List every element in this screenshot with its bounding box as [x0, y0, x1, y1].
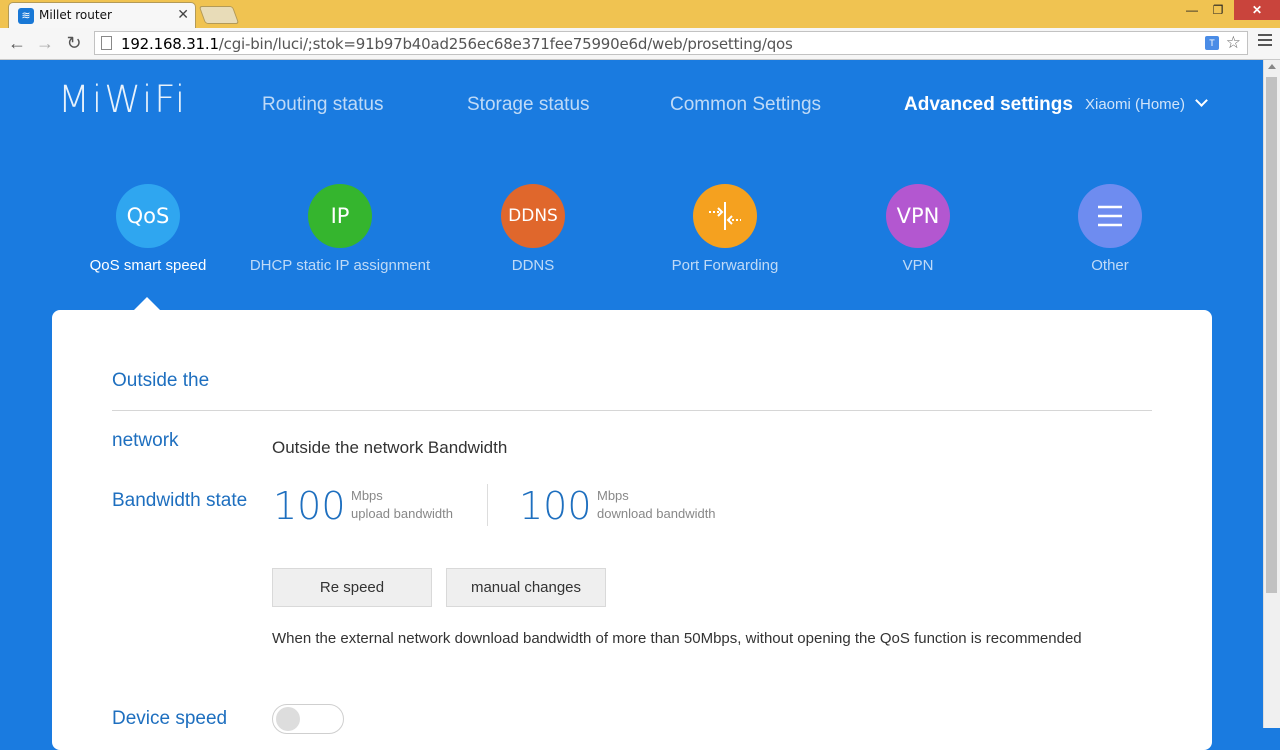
- miwifi-logo[interactable]: MiWiFi: [58, 78, 187, 121]
- feature-label: VPN: [902, 257, 934, 274]
- tab-close-icon[interactable]: ✕: [177, 6, 189, 23]
- window-close-icon[interactable]: ✕: [1234, 0, 1280, 20]
- menu-icon: [1078, 184, 1142, 248]
- vpn-icon: VPN: [886, 184, 950, 248]
- feature-label: QoS smart speed: [89, 257, 207, 274]
- section-label-bandwidth-state: Bandwidth state: [112, 490, 248, 511]
- active-feature-pointer: [133, 297, 161, 311]
- user-menu[interactable]: Xiaomi (Home): [1085, 94, 1208, 113]
- re-speed-button[interactable]: Re speed: [272, 568, 432, 607]
- page-icon: [101, 36, 112, 50]
- browser-toolbar: ← → ↻ 192.168.31.1/cgi-bin/luci/;stok=91…: [0, 28, 1280, 60]
- divider: [112, 410, 1152, 411]
- browser-titlebar: ≋ Millet router ✕ — ❐ ✕: [0, 0, 1280, 28]
- feature-port-forwarding[interactable]: Port Forwarding: [625, 184, 825, 274]
- browser-tab[interactable]: ≋ Millet router ✕: [8, 2, 196, 28]
- qos-icon: QoS: [116, 184, 180, 248]
- feature-label: DDNS: [511, 257, 555, 274]
- nav-advanced-settings[interactable]: Advanced settings: [904, 94, 1073, 116]
- feature-vpn[interactable]: VPN VPN: [818, 184, 1018, 274]
- url-text: 192.168.31.1/cgi-bin/luci/;stok=91b97b40…: [121, 35, 793, 53]
- tab-title: Millet router: [39, 8, 112, 22]
- section-label-outside: Outside the: [112, 370, 210, 391]
- browser-menu-icon[interactable]: [1258, 34, 1272, 49]
- feature-other[interactable]: Other: [1010, 184, 1210, 274]
- scroll-up-icon[interactable]: [1268, 64, 1276, 69]
- port-forward-icon: [693, 184, 757, 248]
- feature-ddns[interactable]: DDNS DDNS: [433, 184, 633, 274]
- page-scrollbar[interactable]: [1263, 60, 1280, 728]
- upload-label: upload bandwidth: [351, 506, 453, 521]
- section-label-network: network: [112, 430, 179, 451]
- bandwidth-title: Outside the network Bandwidth: [272, 438, 508, 457]
- feature-label: Other: [1091, 257, 1129, 274]
- ddns-icon: DDNS: [501, 184, 565, 248]
- feature-label: Port Forwarding: [671, 257, 779, 274]
- user-name: Xiaomi (Home): [1085, 96, 1186, 113]
- qos-settings-panel: Outside the network Bandwidth state Outs…: [52, 310, 1212, 750]
- feature-dhcp-static-ip[interactable]: IP DHCP static IP assignment: [240, 184, 440, 274]
- ip-icon: IP: [308, 184, 372, 248]
- download-label: download bandwidth: [597, 506, 716, 521]
- bandwidth-separator: [487, 484, 488, 526]
- translate-icon[interactable]: T: [1205, 36, 1219, 50]
- upload-bandwidth-value: 100: [273, 484, 346, 528]
- device-speed-toggle[interactable]: [272, 704, 344, 734]
- forward-arrow-icon[interactable]: →: [34, 32, 56, 54]
- manual-changes-button[interactable]: manual changes: [446, 568, 606, 607]
- nav-storage-status[interactable]: Storage status: [467, 94, 590, 116]
- reload-icon[interactable]: ↻: [63, 32, 85, 54]
- restore-icon[interactable]: ❐: [1203, 0, 1233, 20]
- feature-label: DHCP static IP assignment: [249, 257, 431, 274]
- nav-routing-status[interactable]: Routing status: [262, 94, 383, 116]
- upload-unit: Mbps: [351, 488, 383, 503]
- address-bar[interactable]: 192.168.31.1/cgi-bin/luci/;stok=91b97b40…: [94, 31, 1248, 55]
- nav-common-settings[interactable]: Common Settings: [670, 94, 821, 116]
- download-bandwidth-value: 100: [519, 484, 592, 528]
- qos-notice: When the external network download bandw…: [272, 630, 1082, 647]
- chevron-down-icon: [1195, 94, 1208, 107]
- download-unit: Mbps: [597, 488, 629, 503]
- wifi-favicon-icon: ≋: [18, 8, 34, 24]
- bookmark-star-icon[interactable]: ☆: [1226, 33, 1241, 53]
- new-tab-button[interactable]: [198, 6, 240, 24]
- back-arrow-icon[interactable]: ←: [6, 32, 28, 54]
- toggle-knob: [276, 707, 300, 731]
- section-label-device-speed: Device speed: [112, 708, 228, 729]
- scroll-thumb[interactable]: [1266, 77, 1277, 593]
- feature-qos[interactable]: QoS QoS smart speed: [48, 184, 248, 274]
